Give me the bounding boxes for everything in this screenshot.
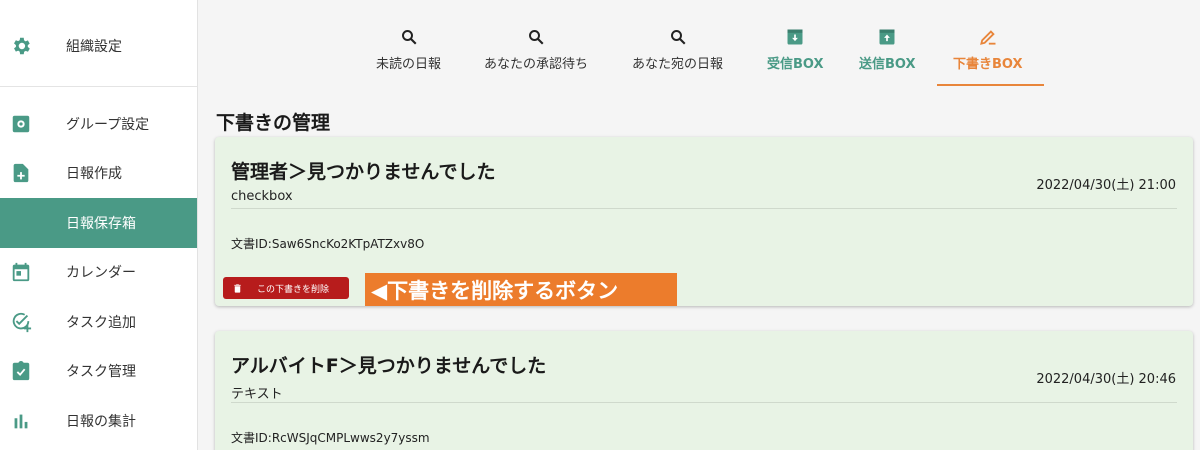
draft-title: アルバイトF＞見つかりませんでした	[231, 355, 547, 377]
inbox-download-icon	[787, 29, 803, 45]
tab-outbox[interactable]: 送信BOX	[859, 0, 916, 88]
tab-bar: 未読の日報 あなたの承認待ち あなた宛の日報 受信BOX 送信BOX 下書きBO…	[198, 0, 1200, 88]
sidebar-item-group-settings[interactable]: グループ設定	[0, 99, 197, 149]
tab-awaiting-approval[interactable]: あなたの承認待ち	[484, 0, 588, 88]
tab-label: 下書きBOX	[953, 57, 1023, 72]
tab-label: 受信BOX	[767, 57, 824, 72]
document-id: 文書ID:Saw6SncKo2KTpATZxv8O	[231, 237, 425, 251]
tab-label: 送信BOX	[859, 57, 916, 72]
tab-label: あなた宛の日報	[632, 57, 724, 72]
draft-date: 2022/04/30(土) 20:46	[1036, 372, 1176, 387]
pencil-icon	[979, 30, 996, 45]
tab-drafts[interactable]: 下書きBOX	[953, 0, 1023, 88]
sidebar-item-create-report[interactable]: 日報作成	[0, 149, 197, 199]
tab-unread-reports[interactable]: 未読の日報	[376, 0, 441, 88]
tab-label: 未読の日報	[376, 57, 442, 72]
sidebar-item-label: カレンダー	[66, 265, 136, 282]
tab-reports-for-you[interactable]: あなた宛の日報	[632, 0, 723, 88]
outbox-upload-icon	[879, 29, 895, 45]
trash-icon	[234, 283, 241, 293]
calendar-icon	[12, 263, 30, 282]
sidebar-item-label: 日報作成	[66, 166, 122, 183]
tab-label: あなたの承認待ち	[484, 57, 589, 72]
document-id: 文書ID:RcWSJqCMPLwws2y7yssm	[231, 431, 430, 445]
sidebar-item-calendar[interactable]: カレンダー	[0, 248, 197, 298]
divider	[231, 402, 1177, 403]
page-title: 下書きの管理	[216, 112, 331, 134]
search-icon	[401, 30, 416, 45]
sidebar-item-label: 日報の集計	[66, 413, 136, 430]
sidebar-item-report-storage[interactable]: 日報保存箱	[0, 198, 197, 248]
sidebar-item-label: タスク管理	[66, 364, 136, 381]
draft-title: 管理者＞見つかりませんでした	[231, 161, 496, 183]
search-icon	[670, 30, 685, 45]
sidebar-item-label: 組織設定	[66, 39, 122, 55]
task-manage-icon	[12, 361, 30, 381]
delete-button-label: この下書きを削除	[257, 284, 330, 295]
task-add-icon	[12, 312, 32, 332]
sidebar-item-org-settings[interactable]: 組織設定	[0, 0, 197, 87]
sidebar-item-label: 日報保存箱	[66, 215, 136, 232]
delete-draft-button[interactable]: この下書きを削除	[223, 277, 349, 299]
draft-card[interactable]: 管理者＞見つかりませんでした checkbox 2022/04/30(土) 21…	[215, 137, 1193, 306]
sidebar-item-label: タスク追加	[66, 314, 136, 331]
gear-icon	[14, 37, 30, 55]
draft-date: 2022/04/30(土) 21:00	[1036, 178, 1176, 193]
active-tab-indicator	[937, 84, 1044, 86]
annotation-callout: ◀下書きを削除するボタン	[365, 273, 677, 306]
bar-chart-icon	[14, 414, 28, 429]
sidebar-item-label: グループ設定	[66, 116, 150, 133]
draft-subtitle: テキスト	[231, 387, 283, 402]
group-settings-icon	[12, 115, 30, 132]
search-icon	[529, 30, 544, 45]
sidebar-item-task-manage[interactable]: タスク管理	[0, 347, 197, 397]
divider	[231, 208, 1177, 209]
draft-subtitle: checkbox	[231, 189, 293, 204]
sidebar-item-report-summary[interactable]: 日報の集計	[0, 396, 197, 446]
sidebar-item-add-task[interactable]: タスク追加	[0, 297, 197, 347]
draft-card[interactable]: アルバイトF＞見つかりませんでした テキスト 2022/04/30(土) 20:…	[215, 331, 1193, 450]
sidebar: 組織設定 グループ設定 日報作成 日報保存箱 カレンダー タスク追加 タスク管理	[0, 0, 198, 450]
document-add-icon	[13, 164, 29, 183]
tab-inbox[interactable]: 受信BOX	[767, 0, 824, 88]
